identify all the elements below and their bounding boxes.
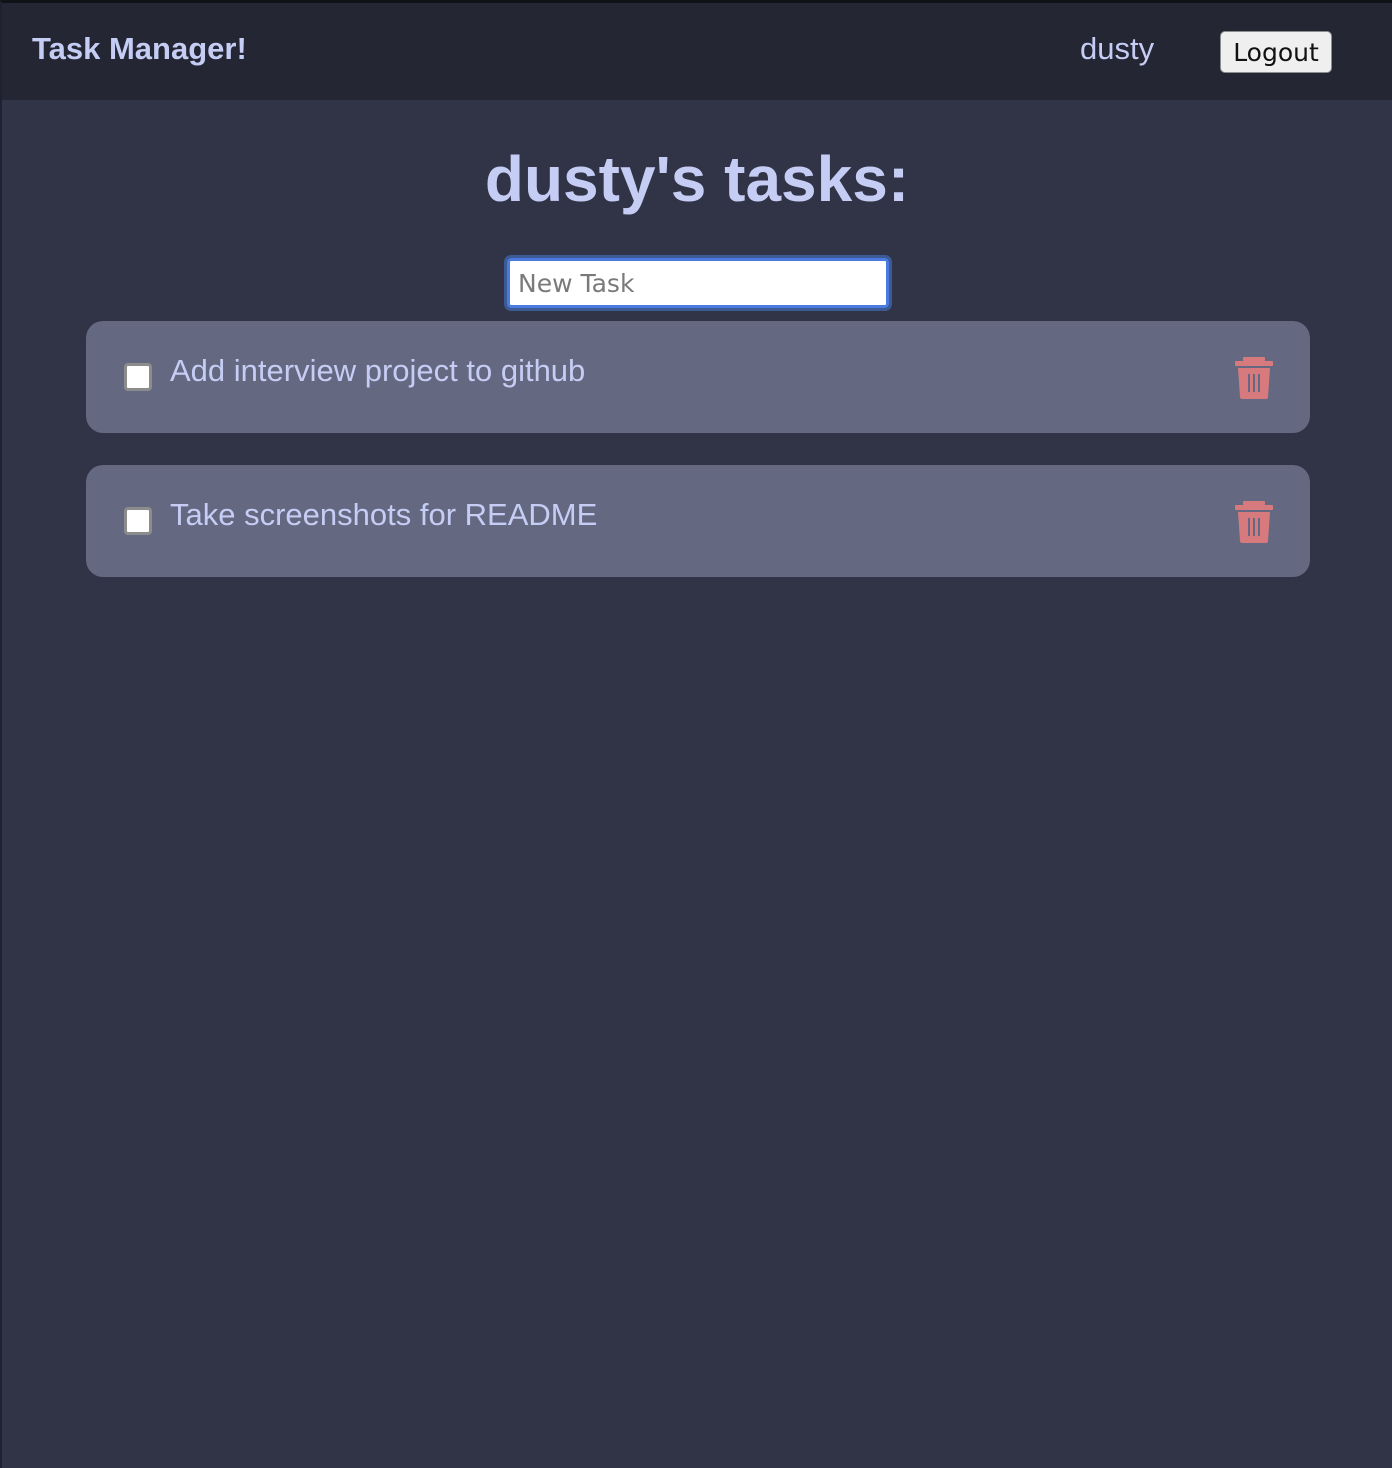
delete-task-button[interactable] <box>1234 357 1274 399</box>
page-title: dusty's tasks: <box>484 143 910 215</box>
navbar: Task Manager! dusty Logout <box>2 3 1392 100</box>
logout-button[interactable]: Logout <box>1220 31 1332 73</box>
brand-title[interactable]: Task Manager! <box>32 33 247 64</box>
task-text: Take screenshots for README <box>170 497 598 532</box>
task-item: Add interview project to github <box>86 321 1310 433</box>
trash-icon <box>1235 501 1273 543</box>
username-label: dusty <box>1080 31 1155 66</box>
new-task-input[interactable] <box>504 255 892 311</box>
task-text: Add interview project to github <box>170 353 586 388</box>
task-checkbox[interactable] <box>124 507 152 535</box>
trash-icon <box>1235 357 1273 399</box>
task-checkbox[interactable] <box>124 363 152 391</box>
delete-task-button[interactable] <box>1234 501 1274 543</box>
task-item: Take screenshots for README <box>86 465 1310 577</box>
